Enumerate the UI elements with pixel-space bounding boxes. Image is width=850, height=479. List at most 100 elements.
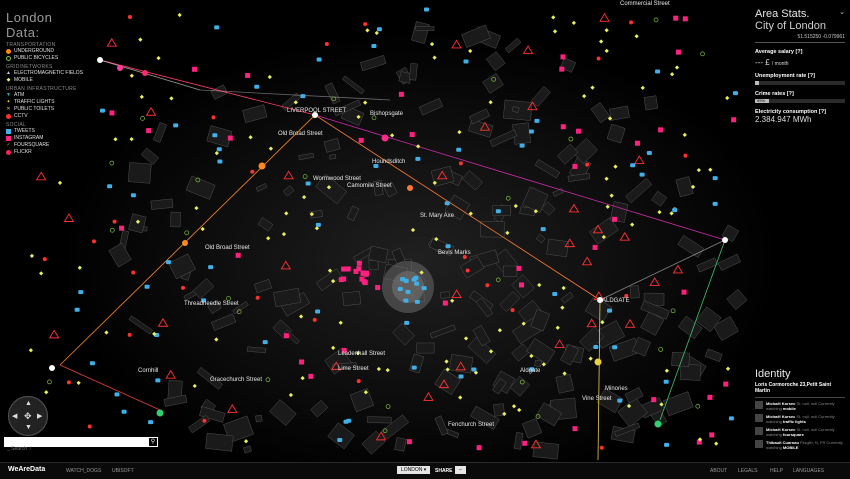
legend-item-atm[interactable]: ▼ ATM (6, 92, 86, 99)
logo[interactable]: WeAreData (8, 466, 45, 473)
legend-item-traffic-lights[interactable]: ✦ TRAFFIC LIGHTS (6, 99, 86, 106)
legend-item-instagram[interactable]: INSTAGRAM (6, 135, 86, 142)
instagram-marker[interactable] (119, 225, 125, 231)
cctv-marker[interactable] (510, 308, 515, 313)
unemployment-label[interactable]: Unemployment rate [?] (755, 73, 845, 79)
legend-item-public-bicycles[interactable]: PUBLIC BICYCLES (6, 55, 86, 62)
tweet-marker[interactable] (552, 292, 558, 297)
tweet-marker[interactable] (155, 378, 161, 383)
tweet-marker[interactable] (216, 147, 222, 152)
tweet-marker[interactable] (89, 361, 95, 366)
instagram-marker[interactable] (673, 15, 679, 21)
tweet-marker[interactable] (376, 27, 382, 32)
cctv-marker[interactable] (599, 445, 604, 450)
legend-item-tweets[interactable]: TWEETS (6, 128, 86, 135)
instagram-marker[interactable] (341, 266, 347, 272)
instagram-marker[interactable] (375, 285, 381, 291)
tweet-marker[interactable] (173, 123, 179, 128)
footer-link-languages[interactable]: LANGUAGES (793, 468, 824, 474)
instagram-marker[interactable] (592, 244, 598, 250)
cctv-marker[interactable] (92, 239, 97, 244)
instagram-marker[interactable] (707, 394, 713, 400)
instagram-marker[interactable] (634, 140, 640, 146)
rotate-icon[interactable]: ✥ (24, 411, 32, 422)
tweet-marker[interactable] (471, 367, 477, 372)
search-icon[interactable]: ⚲ (148, 437, 158, 447)
tweet-marker[interactable] (630, 163, 636, 168)
tweet-marker[interactable] (254, 84, 260, 89)
instagram-marker[interactable] (658, 127, 664, 133)
tweet-marker[interactable] (593, 345, 599, 350)
instagram-marker[interactable] (651, 397, 657, 403)
arrow-right-icon[interactable]: ▶ (37, 412, 42, 420)
instagram-marker[interactable] (560, 124, 566, 130)
tweet-marker[interactable] (421, 286, 427, 291)
tweet-marker[interactable] (655, 69, 661, 74)
instagram-marker[interactable] (235, 252, 241, 258)
tweet-marker[interactable] (519, 143, 525, 148)
tweet-marker[interactable] (414, 281, 420, 286)
legend-item-flickr[interactable]: FLICKR (6, 149, 86, 156)
identity-entry[interactable]: Michaël Korsec St. null, null Currently … (755, 427, 845, 437)
tweet-marker[interactable] (664, 442, 670, 447)
cctv-marker[interactable] (255, 295, 260, 300)
tweet-marker[interactable] (403, 298, 409, 303)
tweet-marker[interactable] (371, 44, 377, 49)
salary-label[interactable]: Average salary [?] (755, 49, 845, 55)
tweet-marker[interactable] (458, 374, 464, 379)
legend-item-public-toilets[interactable]: ✕ PUBLIC TOILETS (6, 106, 86, 113)
tweet-marker[interactable] (212, 133, 218, 138)
cctv-marker[interactable] (485, 283, 490, 288)
city-select[interactable]: LONDON ▾ (397, 466, 431, 474)
instagram-marker[interactable] (227, 135, 233, 141)
instagram-marker[interactable] (723, 381, 729, 387)
tweet-marker[interactable] (528, 129, 534, 134)
tweet-marker[interactable] (148, 420, 154, 425)
tweet-marker[interactable] (262, 340, 268, 345)
cctv-marker[interactable] (250, 169, 255, 174)
legend-item-underground[interactable]: UNDERGROUND (6, 48, 86, 55)
instagram-marker[interactable] (709, 432, 715, 438)
search-bar[interactable]: ⚲ (4, 437, 158, 454)
tweet-marker[interactable] (397, 287, 403, 292)
tweet-marker[interactable] (712, 201, 718, 206)
arrow-up-icon[interactable]: ▲ (25, 400, 32, 407)
instagram-marker[interactable] (283, 333, 289, 339)
cctv-marker[interactable] (458, 161, 463, 166)
tweet-marker[interactable] (315, 309, 321, 314)
instagram-marker[interactable] (358, 137, 364, 143)
tweet-marker[interactable] (305, 181, 311, 186)
instagram-marker[interactable] (409, 132, 415, 138)
cctv-marker[interactable] (596, 56, 601, 61)
cctv-marker[interactable] (66, 380, 71, 385)
instagram-marker[interactable] (519, 282, 525, 288)
tweet-marker[interactable] (337, 438, 343, 443)
tweet-marker[interactable] (411, 365, 417, 370)
tweet-marker[interactable] (78, 290, 84, 295)
instagram-marker[interactable] (398, 91, 404, 97)
share-button[interactable]: – (455, 466, 466, 474)
tweet-marker[interactable] (732, 91, 738, 96)
footer-link-about[interactable]: ABOUT (710, 468, 727, 474)
cctv-marker[interactable] (180, 285, 185, 290)
instagram-marker[interactable] (572, 426, 578, 432)
tweet-marker[interactable] (315, 222, 321, 227)
arrow-left-icon[interactable]: ◀ (12, 412, 17, 420)
instagram-marker[interactable] (146, 128, 152, 134)
tweet-marker[interactable] (217, 159, 223, 164)
tweet-marker[interactable] (540, 227, 546, 232)
legend-item-cctv[interactable]: CCTV (6, 113, 86, 120)
tweet-marker[interactable] (463, 59, 469, 64)
instagram-marker[interactable] (522, 440, 528, 446)
tweet-marker[interactable] (663, 379, 669, 384)
tweet-marker[interactable] (607, 308, 613, 313)
instagram-marker[interactable] (308, 373, 314, 379)
instagram-marker[interactable] (362, 280, 368, 286)
cctv-marker[interactable] (112, 219, 117, 224)
instagram-marker[interactable] (731, 117, 737, 123)
tweet-marker[interactable] (404, 320, 410, 325)
instagram-marker[interactable] (341, 276, 347, 282)
map-navigation-control[interactable]: ▲ ◀ ▶ ▼ ✥ (8, 396, 48, 436)
search-input[interactable] (4, 444, 147, 454)
instagram-marker[interactable] (682, 16, 688, 22)
